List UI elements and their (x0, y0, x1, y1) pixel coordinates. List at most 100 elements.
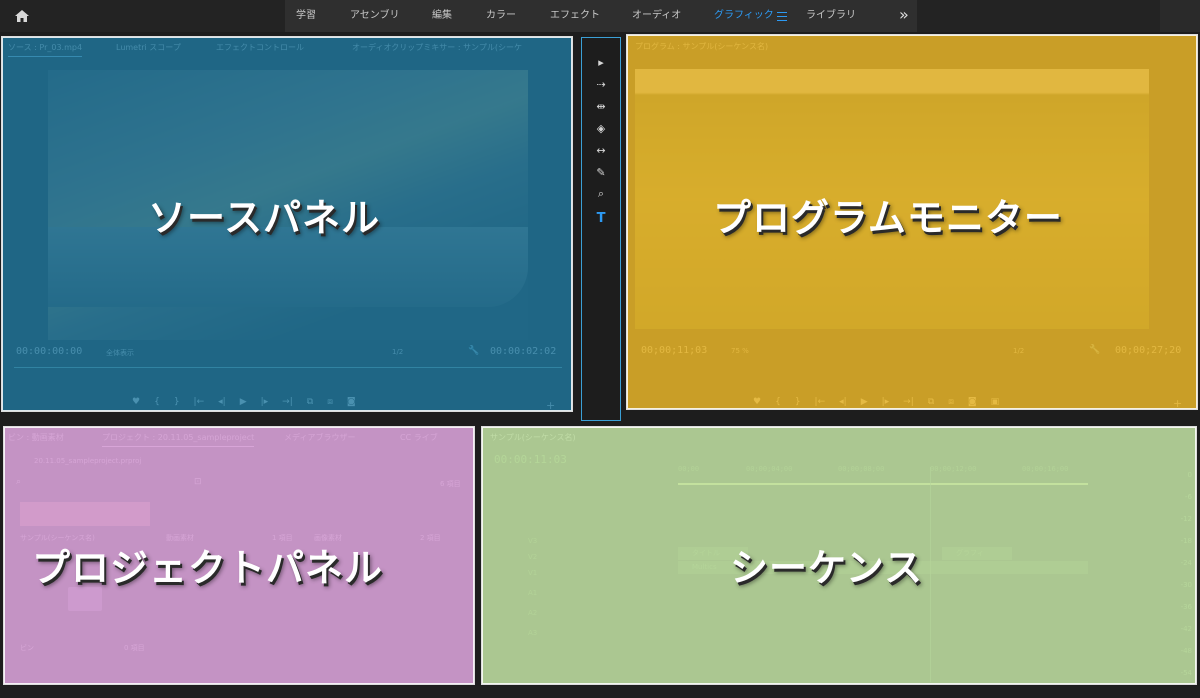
mark-in-icon[interactable]: { (775, 397, 781, 407)
meter-label: -12 (1180, 515, 1192, 523)
workspace-tab-effects[interactable]: エフェクト (550, 0, 600, 32)
tab-source[interactable]: ソース : Pr_03.mp4 (8, 42, 83, 57)
camera-icon[interactable]: ◙ (968, 397, 977, 407)
tab-cc-live[interactable]: CC ライブ (400, 432, 438, 443)
meter-label: -54 (1180, 669, 1192, 677)
project-panel: ビン : 動画素材 プロジェクト : 20.11.05_sampleprojec… (4, 427, 474, 684)
go-to-in-icon[interactable]: |← (815, 397, 826, 407)
status-strip (0, 686, 1200, 698)
search-icon[interactable]: ⌕ (16, 477, 21, 487)
meter-label: -6 (1185, 493, 1192, 501)
workspace-tab-assembly[interactable]: アセンブリ (350, 0, 400, 32)
marker-icon[interactable]: ♥ (132, 397, 140, 407)
source-timecode-current[interactable]: 00:00:00:00 (16, 346, 82, 357)
mark-in-icon[interactable]: { (154, 397, 160, 407)
step-forward-icon[interactable]: |▸ (882, 397, 890, 407)
pen-tool-icon[interactable]: ✎ (582, 162, 620, 182)
program-zoom-select[interactable]: 75 % (731, 347, 749, 355)
workspace-menu-icon[interactable] (777, 9, 787, 23)
slip-tool-icon[interactable]: ↔ (582, 140, 620, 160)
ruler-tick-0: 00;00 (678, 465, 700, 473)
type-tool-icon[interactable]: T (582, 208, 620, 228)
selection-tool-icon[interactable]: ▸ (582, 52, 620, 72)
meter-label: -30 (1180, 581, 1192, 589)
extract-icon[interactable]: ⧈ (948, 397, 954, 407)
meter-label: -48 (1180, 647, 1192, 655)
track-a3[interactable]: A3 (528, 629, 708, 643)
meter-label: -18 (1180, 537, 1192, 545)
home-button[interactable] (0, 0, 44, 32)
tab-bin[interactable]: ビン : 動画素材 (8, 432, 64, 443)
marker-icon[interactable]: ♥ (753, 397, 761, 407)
sequence-thumbnail[interactable] (20, 502, 150, 526)
step-back-icon[interactable]: ◂| (839, 397, 847, 407)
ruler-tick-8s: 00;00;08;00 (838, 465, 885, 473)
source-time-ruler[interactable] (14, 367, 562, 377)
track-a2[interactable]: A2 (528, 609, 708, 623)
track-a1[interactable]: A1 (528, 589, 708, 603)
mark-out-icon[interactable]: } (795, 397, 801, 407)
zoom-tool-icon[interactable]: ⌕ (582, 184, 620, 204)
meter-label: 0 (1187, 471, 1192, 479)
camera-icon[interactable]: ◙ (347, 397, 356, 407)
item-image-bin-count: 2 項目 (420, 534, 441, 542)
play-icon[interactable]: ▶ (861, 397, 868, 407)
add-button-icon[interactable]: + (1173, 397, 1182, 409)
program-timecode-current[interactable]: 00;00;11;03 (641, 345, 707, 356)
wrench-icon[interactable]: 🔧 (1089, 345, 1100, 355)
overwrite-icon[interactable]: ⧈ (327, 397, 333, 407)
track-select-tool-icon[interactable]: ⇢ (582, 74, 620, 94)
workspace-tab-audio[interactable]: オーディオ (632, 0, 681, 32)
playhead[interactable] (930, 467, 931, 682)
bin-label[interactable]: ビン (20, 643, 34, 653)
wrench-icon[interactable]: 🔧 (468, 346, 479, 356)
lift-icon[interactable]: ⧉ (928, 397, 934, 407)
tab-project[interactable]: プロジェクト : 20.11.05_sampleproject (102, 432, 255, 447)
source-resolution-select[interactable]: 1/2 (392, 348, 403, 356)
workspace-tab-color[interactable]: カラー (486, 0, 516, 32)
workspace-tab-learn[interactable]: 学習 (296, 0, 316, 32)
tab-media-browser[interactable]: メディアブラウザー (284, 432, 355, 443)
mark-out-icon[interactable]: } (174, 397, 180, 407)
program-timecode-duration: 00;00;27;20 (1115, 345, 1182, 356)
tab-sequence[interactable]: サンプル(シーケンス名) (490, 432, 576, 443)
project-item-count: 6 項目 (440, 480, 461, 488)
insert-icon[interactable]: ⧉ (307, 397, 313, 407)
workspace-bar: 学習 アセンブリ 編集 カラー エフェクト オーディオ グラフィック ライブラリ… (0, 0, 1200, 32)
program-panel: プログラム : サンプル(シーケンス名) 00;00;11;03 75 % 1/… (627, 35, 1197, 409)
program-resolution-select[interactable]: 1/2 (1013, 347, 1024, 355)
source-panel-label: ソースパネル (148, 196, 381, 240)
tab-lumetri-scopes[interactable]: Lumetri スコープ (116, 42, 181, 53)
sequence-timecode[interactable]: 00:00:11:03 (494, 453, 567, 466)
tab-program[interactable]: プログラム : サンプル(シーケンス名) (635, 41, 768, 52)
sequence-panel-label: シーケンス (730, 546, 924, 590)
tab-effect-controls[interactable]: エフェクトコントロール (216, 42, 304, 53)
bin-count: 0 項目 (124, 644, 145, 652)
add-button-icon[interactable]: + (546, 399, 555, 411)
tab-audio-clip-mixer[interactable]: オーディオクリップミキサー : サンプル(シーケ (352, 42, 522, 53)
workspace-tab-edit[interactable]: 編集 (432, 0, 452, 32)
go-to-in-icon[interactable]: |← (194, 397, 205, 407)
workspace-tab-libraries[interactable]: ライブラリ (806, 0, 856, 32)
step-back-icon[interactable]: ◂| (218, 397, 226, 407)
clip-title-label: タイトル (692, 549, 720, 557)
play-icon[interactable]: ▶ (240, 397, 247, 407)
work-area-bar[interactable] (678, 483, 1088, 485)
source-zoom-select[interactable]: 全体表示 (106, 348, 134, 358)
go-to-out-icon[interactable]: →| (903, 397, 914, 407)
step-forward-icon[interactable]: |▸ (261, 397, 269, 407)
new-search-bin-icon[interactable]: ⊡ (194, 477, 202, 487)
clip-graphic[interactable]: グラフィ (942, 547, 1012, 560)
audio-meter: 0 -6 -12 -18 -24 -30 -36 -42 -48 -54 (1116, 449, 1196, 681)
source-timecode-duration: 00:00:02:02 (490, 346, 557, 357)
workspace-tab-graphics[interactable]: グラフィック (714, 0, 774, 32)
more-workspaces-icon[interactable]: » (899, 0, 909, 32)
go-to-out-icon[interactable]: →| (282, 397, 293, 407)
ruler-tick-4s: 00;00;04;00 (746, 465, 793, 473)
ripple-edit-tool-icon[interactable]: ⇹ (582, 96, 620, 116)
clip-multics-label: Multics (692, 563, 717, 571)
razor-tool-icon[interactable]: ◈ (582, 118, 620, 138)
comparison-view-icon[interactable]: ▣ (991, 397, 1000, 407)
project-file-name: 20.11.05_sampleproject.prproj (34, 457, 142, 465)
home-icon (15, 10, 29, 22)
